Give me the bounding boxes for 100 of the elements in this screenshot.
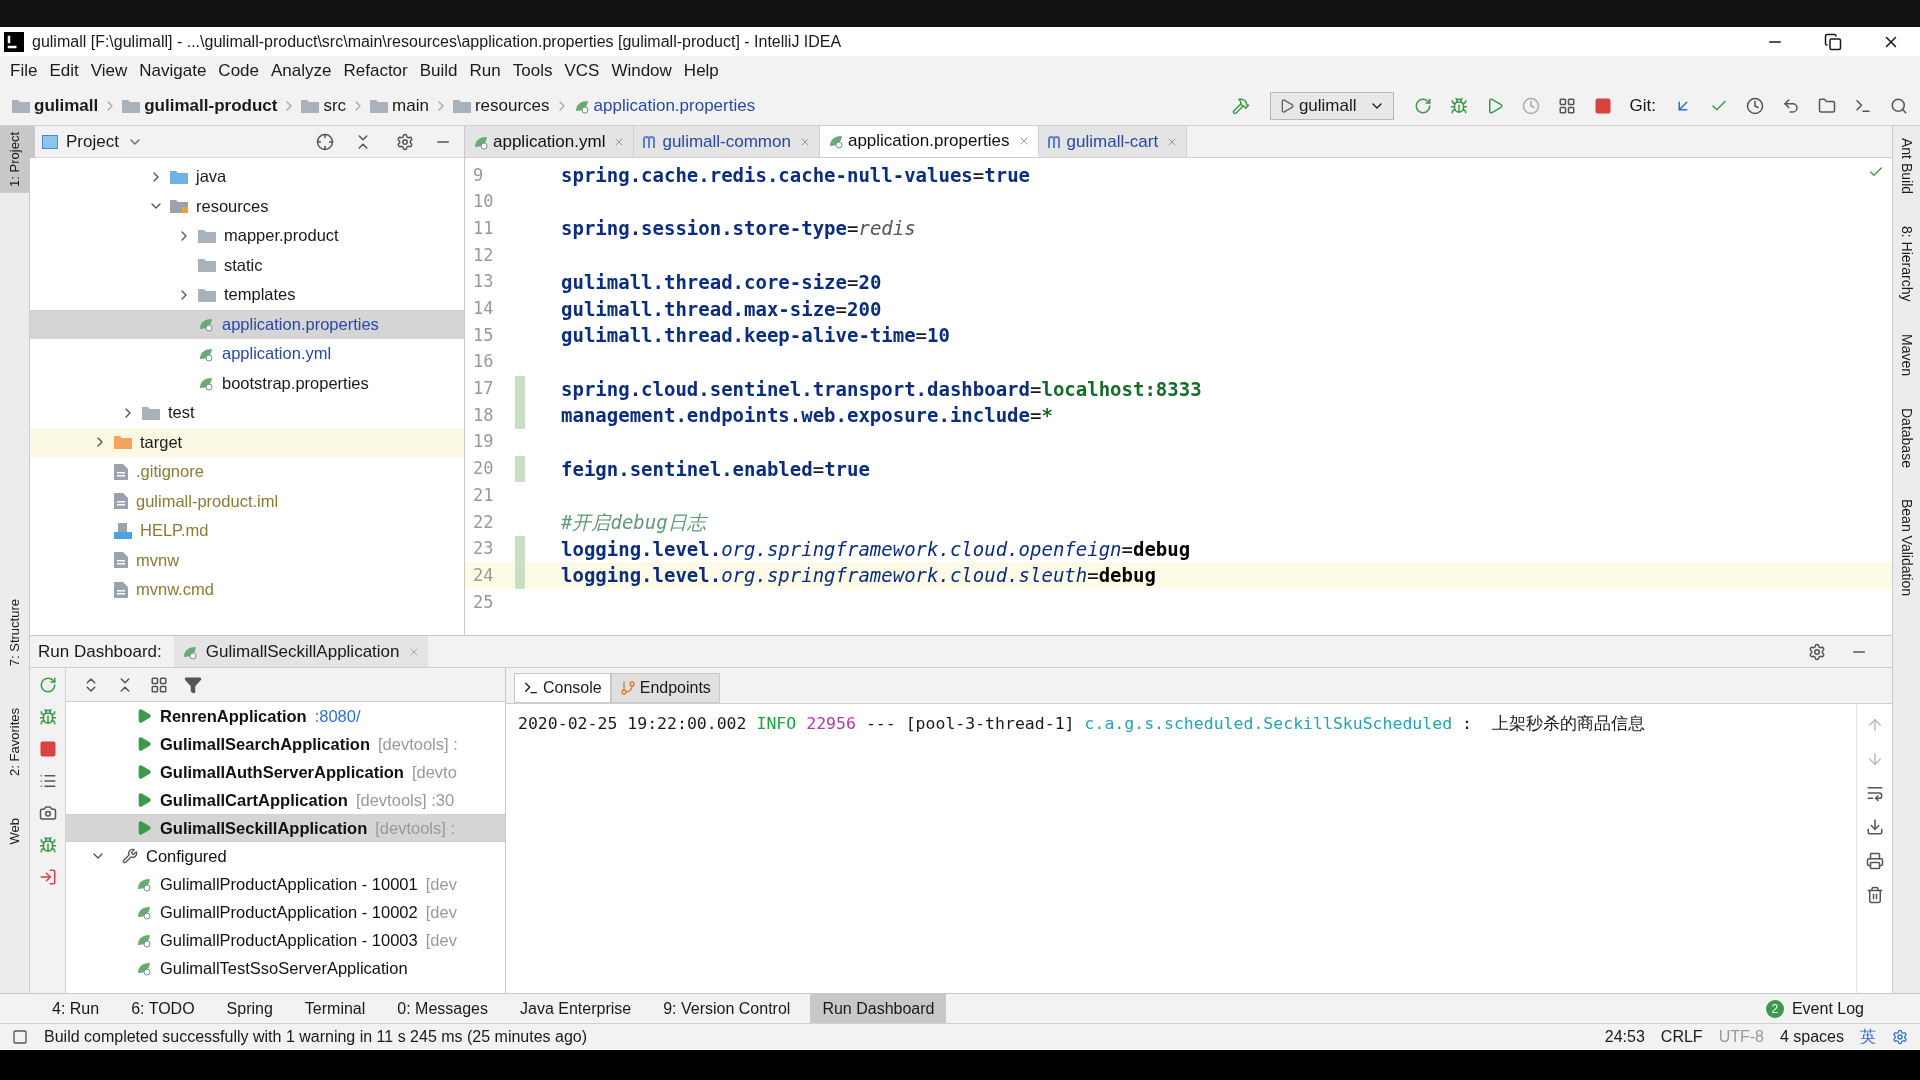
settings-icon[interactable] xyxy=(1892,1029,1908,1045)
tool-window-tab[interactable]: Ant Build xyxy=(1896,138,1917,195)
indent-setting[interactable]: 4 spaces xyxy=(1779,1025,1844,1049)
print-icon[interactable] xyxy=(1865,852,1884,870)
line-separator[interactable]: CRLF xyxy=(1660,1025,1703,1049)
console-tab[interactable]: Endpoints xyxy=(610,673,720,703)
tool-window-button[interactable]: 9: Version Control xyxy=(651,994,803,1023)
tree-item[interactable]: templates xyxy=(30,280,464,310)
menu-item[interactable]: Edit xyxy=(43,58,85,84)
sign-in-icon[interactable] xyxy=(38,868,57,886)
tool-window-tab[interactable]: 2: Favorites xyxy=(0,702,35,783)
breadcrumb[interactable]: resources xyxy=(474,92,550,119)
run-config-item[interactable]: RenrenApplication :8080/ xyxy=(66,702,505,730)
menu-item[interactable]: Build xyxy=(413,58,464,84)
tree-item[interactable]: gulimall-product.iml xyxy=(30,486,464,516)
grid-icon[interactable] xyxy=(1557,96,1576,115)
run-config-item[interactable]: GulimallSearchApplication [devtools] : xyxy=(66,730,505,758)
run-tab[interactable]: GulimallSeckillApplication xyxy=(173,636,428,667)
panel-title[interactable]: Project xyxy=(66,128,119,155)
history-icon[interactable] xyxy=(1746,96,1764,115)
tree-item[interactable]: mapper.product xyxy=(30,221,464,251)
breadcrumb[interactable]: src xyxy=(323,92,347,119)
tool-window-button[interactable]: Event Log xyxy=(1791,996,1864,1021)
run-config-item[interactable]: GulimallCartApplication [devtools] :30 xyxy=(66,786,505,814)
breadcrumb[interactable]: gulimall-product xyxy=(144,92,278,119)
search-icon[interactable] xyxy=(1890,96,1908,115)
run-config-dropdown[interactable]: gulimall xyxy=(1269,91,1394,120)
tree-item[interactable]: resources xyxy=(30,191,464,221)
editor-tab[interactable]: application.properties xyxy=(819,126,1039,157)
breadcrumb[interactable]: main xyxy=(392,92,429,119)
rerun-icon[interactable] xyxy=(1413,96,1432,115)
caret-position[interactable]: 24:53 xyxy=(1604,1025,1645,1049)
locate-icon[interactable] xyxy=(316,132,334,151)
trash-icon[interactable] xyxy=(1865,886,1884,904)
tool-window-tab[interactable]: 1: Project xyxy=(0,126,35,193)
settings-icon[interactable] xyxy=(1808,642,1826,661)
tree-item[interactable]: mvnw xyxy=(30,545,464,575)
debug-attach-icon[interactable] xyxy=(38,836,57,854)
scroll-to-end-icon[interactable] xyxy=(1865,818,1884,836)
ime-indicator[interactable]: 英 xyxy=(1860,1025,1876,1049)
tree-item[interactable]: static xyxy=(30,250,464,280)
editor-tab[interactable]: gulimall-common xyxy=(634,126,820,157)
bug-icon[interactable] xyxy=(1449,96,1468,115)
tool-window-button[interactable]: Java Enterprise xyxy=(508,994,644,1023)
tool-window-tab[interactable]: 8: Hierarchy xyxy=(1896,226,1917,302)
file-icon xyxy=(114,581,128,598)
tree-item[interactable]: application.properties xyxy=(30,309,464,339)
run-config-item[interactable]: GulimallSeckillApplication [devtools] : xyxy=(66,814,505,842)
menu-item[interactable]: File xyxy=(4,58,44,84)
run-config-item[interactable]: GulimallTestSsoServerApplication xyxy=(66,954,505,982)
soft-wrap-icon[interactable] xyxy=(1865,784,1884,802)
console-tab[interactable]: Console xyxy=(514,673,611,703)
tree-item[interactable]: .gitignore xyxy=(30,457,464,487)
run-config-item[interactable]: Configured xyxy=(66,842,505,870)
editor-tab[interactable]: application.yml xyxy=(465,126,635,157)
build-hammer-icon[interactable] xyxy=(1231,96,1250,115)
tree-item[interactable]: bootstrap.properties xyxy=(30,368,464,398)
settings-icon[interactable] xyxy=(396,132,414,151)
filter-icon[interactable] xyxy=(184,675,202,694)
tool-window-button[interactable]: 6: TODO xyxy=(119,994,207,1023)
run-config-item[interactable]: GulimallProductApplication - 10001 [dev xyxy=(66,870,505,898)
editor-tab[interactable]: gulimall-cart xyxy=(1038,126,1188,157)
line-number: 13 xyxy=(472,270,495,294)
restore-icon[interactable] xyxy=(1824,32,1842,51)
tool-window-button[interactable]: 0: Messages xyxy=(385,994,500,1023)
camera-icon[interactable] xyxy=(38,804,57,822)
tool-window-tab[interactable]: Web xyxy=(0,812,35,851)
tool-window-tab[interactable]: Maven xyxy=(1896,333,1917,376)
tree-item[interactable]: test xyxy=(30,398,464,428)
menu-item[interactable]: Analyze xyxy=(265,58,338,84)
tool-window-button[interactable]: Spring xyxy=(214,994,285,1023)
tool-window-button[interactable]: Run Dashboard xyxy=(810,994,947,1023)
menu-item[interactable]: Tools xyxy=(506,58,559,84)
tool-window-tab[interactable]: Bean Validation xyxy=(1896,499,1917,597)
run-config-label: GulimallAuthServerApplication xyxy=(160,761,404,783)
menu-item[interactable]: Run xyxy=(463,58,507,84)
menu-item[interactable]: Window xyxy=(605,58,678,84)
run-config-item[interactable]: GulimallAuthServerApplication [devto xyxy=(66,758,505,786)
stop-icon[interactable] xyxy=(1593,96,1612,115)
menu-item[interactable]: Help xyxy=(677,58,725,84)
bug-icon[interactable] xyxy=(38,708,57,726)
menu-item[interactable]: View xyxy=(84,58,134,84)
tree-item[interactable]: application.yml xyxy=(30,339,464,369)
tree-item[interactable]: HELP.md xyxy=(30,516,464,546)
run-config-item[interactable]: GulimallProductApplication - 10003 [dev xyxy=(66,926,505,954)
rerun-icon[interactable] xyxy=(38,676,57,694)
revert-icon[interactable] xyxy=(1782,96,1800,115)
tool-window-button[interactable]: 4: Run xyxy=(40,994,112,1023)
run-config-detail: :8080/ xyxy=(314,705,361,727)
breadcrumb[interactable]: gulimall xyxy=(34,92,99,119)
menu-item[interactable]: Code xyxy=(212,58,265,84)
run-config-item[interactable]: GulimallProductApplication - 10002 [dev xyxy=(66,898,505,926)
stop-icon[interactable] xyxy=(38,740,57,758)
menu-item[interactable]: VCS xyxy=(558,58,606,84)
tree-item[interactable]: target xyxy=(30,427,464,457)
breadcrumb[interactable]: application.properties xyxy=(593,92,756,119)
menu-item[interactable]: Refactor xyxy=(337,58,414,84)
tool-window-tab[interactable]: Database xyxy=(1896,407,1917,468)
menu-item[interactable]: Navigate xyxy=(133,58,213,84)
tool-window-button[interactable]: Terminal xyxy=(292,994,378,1023)
